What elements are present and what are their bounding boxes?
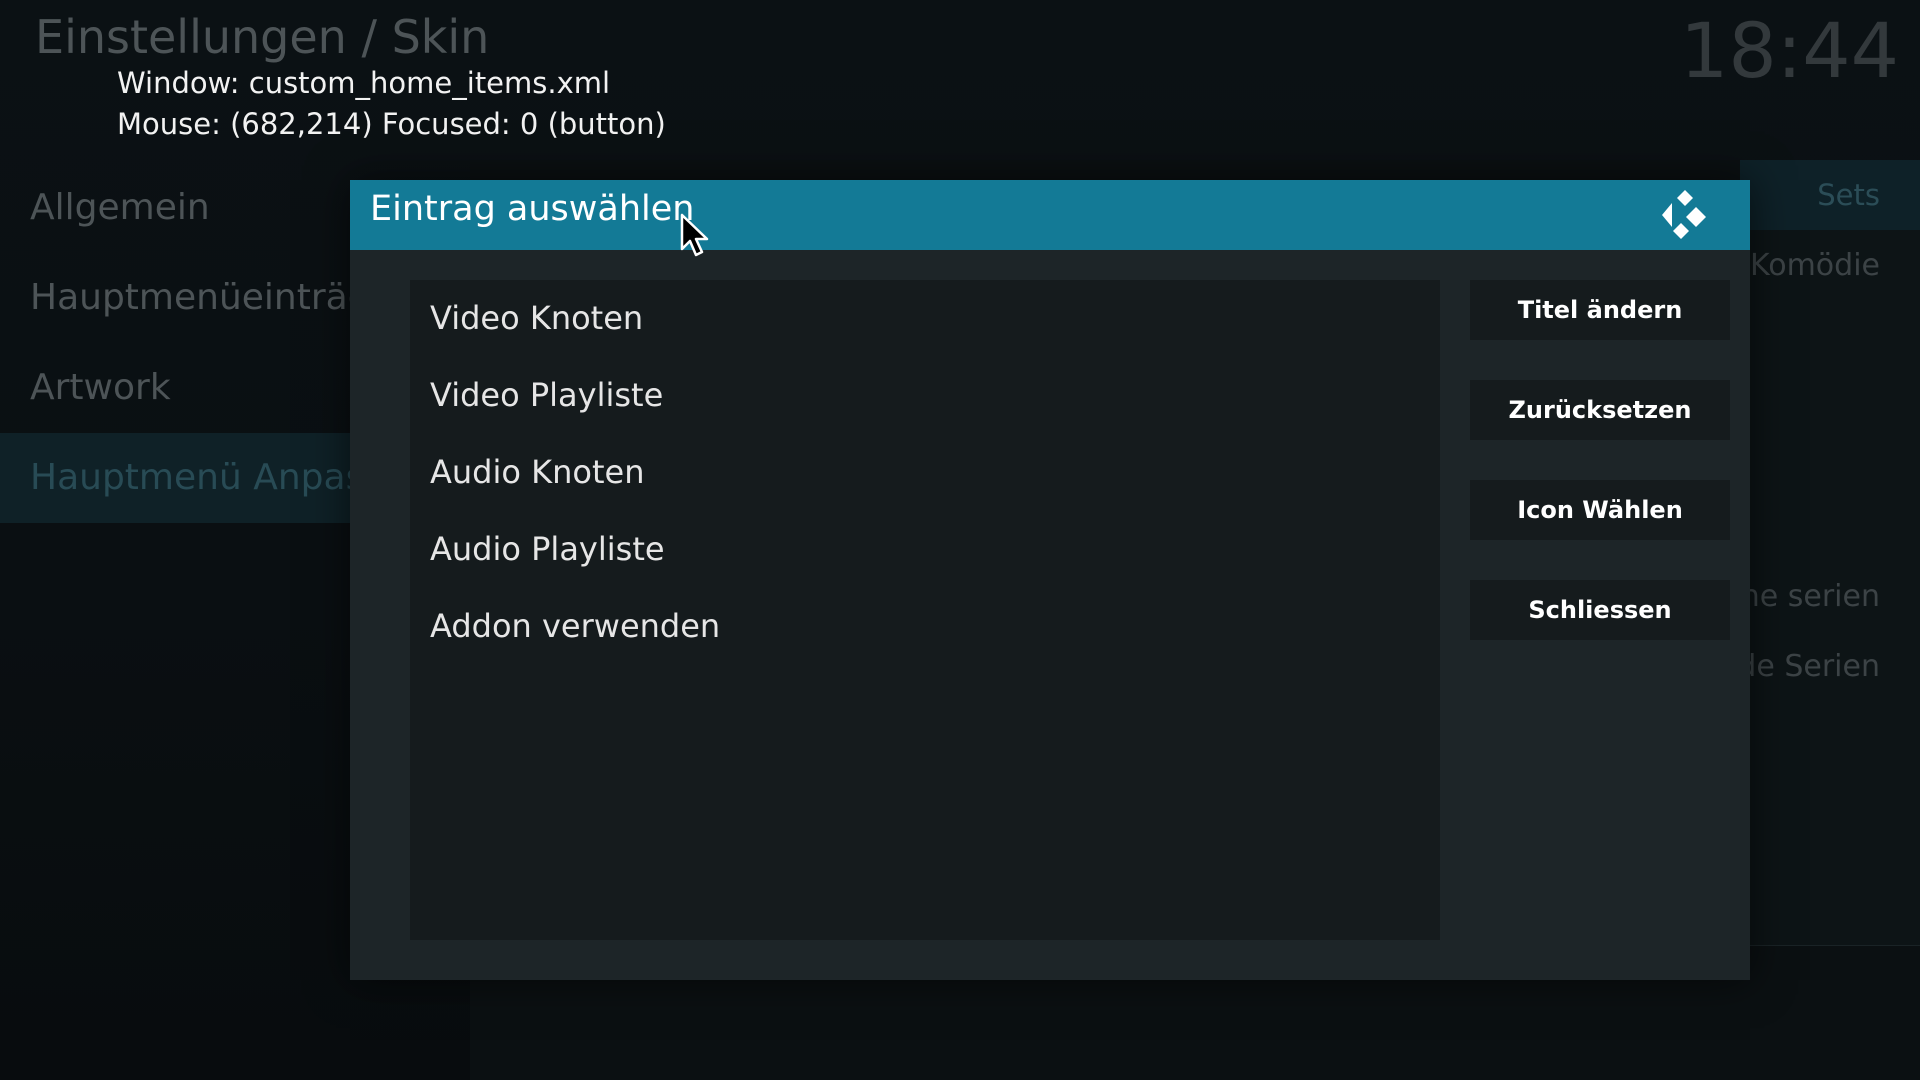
tab-sets[interactable]: Sets bbox=[1817, 178, 1880, 212]
entry-list: Video Knoten Video Playliste Audio Knote… bbox=[410, 280, 1440, 940]
mouse-cursor-icon bbox=[680, 213, 709, 257]
list-item-video-playliste[interactable]: Video Playliste bbox=[410, 357, 1440, 434]
change-title-button[interactable]: Titel ändern bbox=[1470, 280, 1730, 340]
list-item-audio-knoten[interactable]: Audio Knoten bbox=[410, 434, 1440, 511]
select-entry-dialog: Eintrag auswählen Video Knoten Video Pla… bbox=[350, 180, 1750, 980]
close-button[interactable]: Schliessen bbox=[1470, 580, 1730, 640]
list-item-audio-playliste[interactable]: Audio Playliste bbox=[410, 511, 1440, 588]
kodi-screen: Sets - Komödie ene serien nde Serien Ein… bbox=[0, 0, 1920, 1080]
list-item-addon-verwenden[interactable]: Addon verwenden bbox=[410, 588, 1440, 665]
category-hauptmenue-anpassen[interactable]: Hauptmenü Anpassen bbox=[0, 433, 380, 523]
background-list-item[interactable]: - Komödie bbox=[1730, 248, 1880, 283]
dialog-header: Eintrag auswählen bbox=[350, 180, 1750, 250]
page-title: Einstellungen / Skin bbox=[35, 10, 490, 64]
reset-button[interactable]: Zurücksetzen bbox=[1470, 380, 1730, 440]
list-item-video-knoten[interactable]: Video Knoten bbox=[410, 280, 1440, 357]
debug-window-info: Window: custom_home_items.xml bbox=[117, 66, 611, 100]
category-artwork[interactable]: Artwork bbox=[0, 343, 380, 433]
choose-icon-button[interactable]: Icon Wählen bbox=[1470, 480, 1730, 540]
category-allgemein[interactable]: Allgemein bbox=[0, 163, 380, 253]
clock: 18:44 bbox=[1679, 6, 1899, 95]
debug-mouse-info: Mouse: (682,214) Focused: 0 (button) bbox=[117, 107, 666, 141]
kodi-logo-icon bbox=[1662, 190, 1706, 239]
dialog-title: Eintrag auswählen bbox=[370, 189, 695, 229]
category-hauptmenueeintraege[interactable]: Hauptmenüeinträge bbox=[0, 253, 380, 343]
